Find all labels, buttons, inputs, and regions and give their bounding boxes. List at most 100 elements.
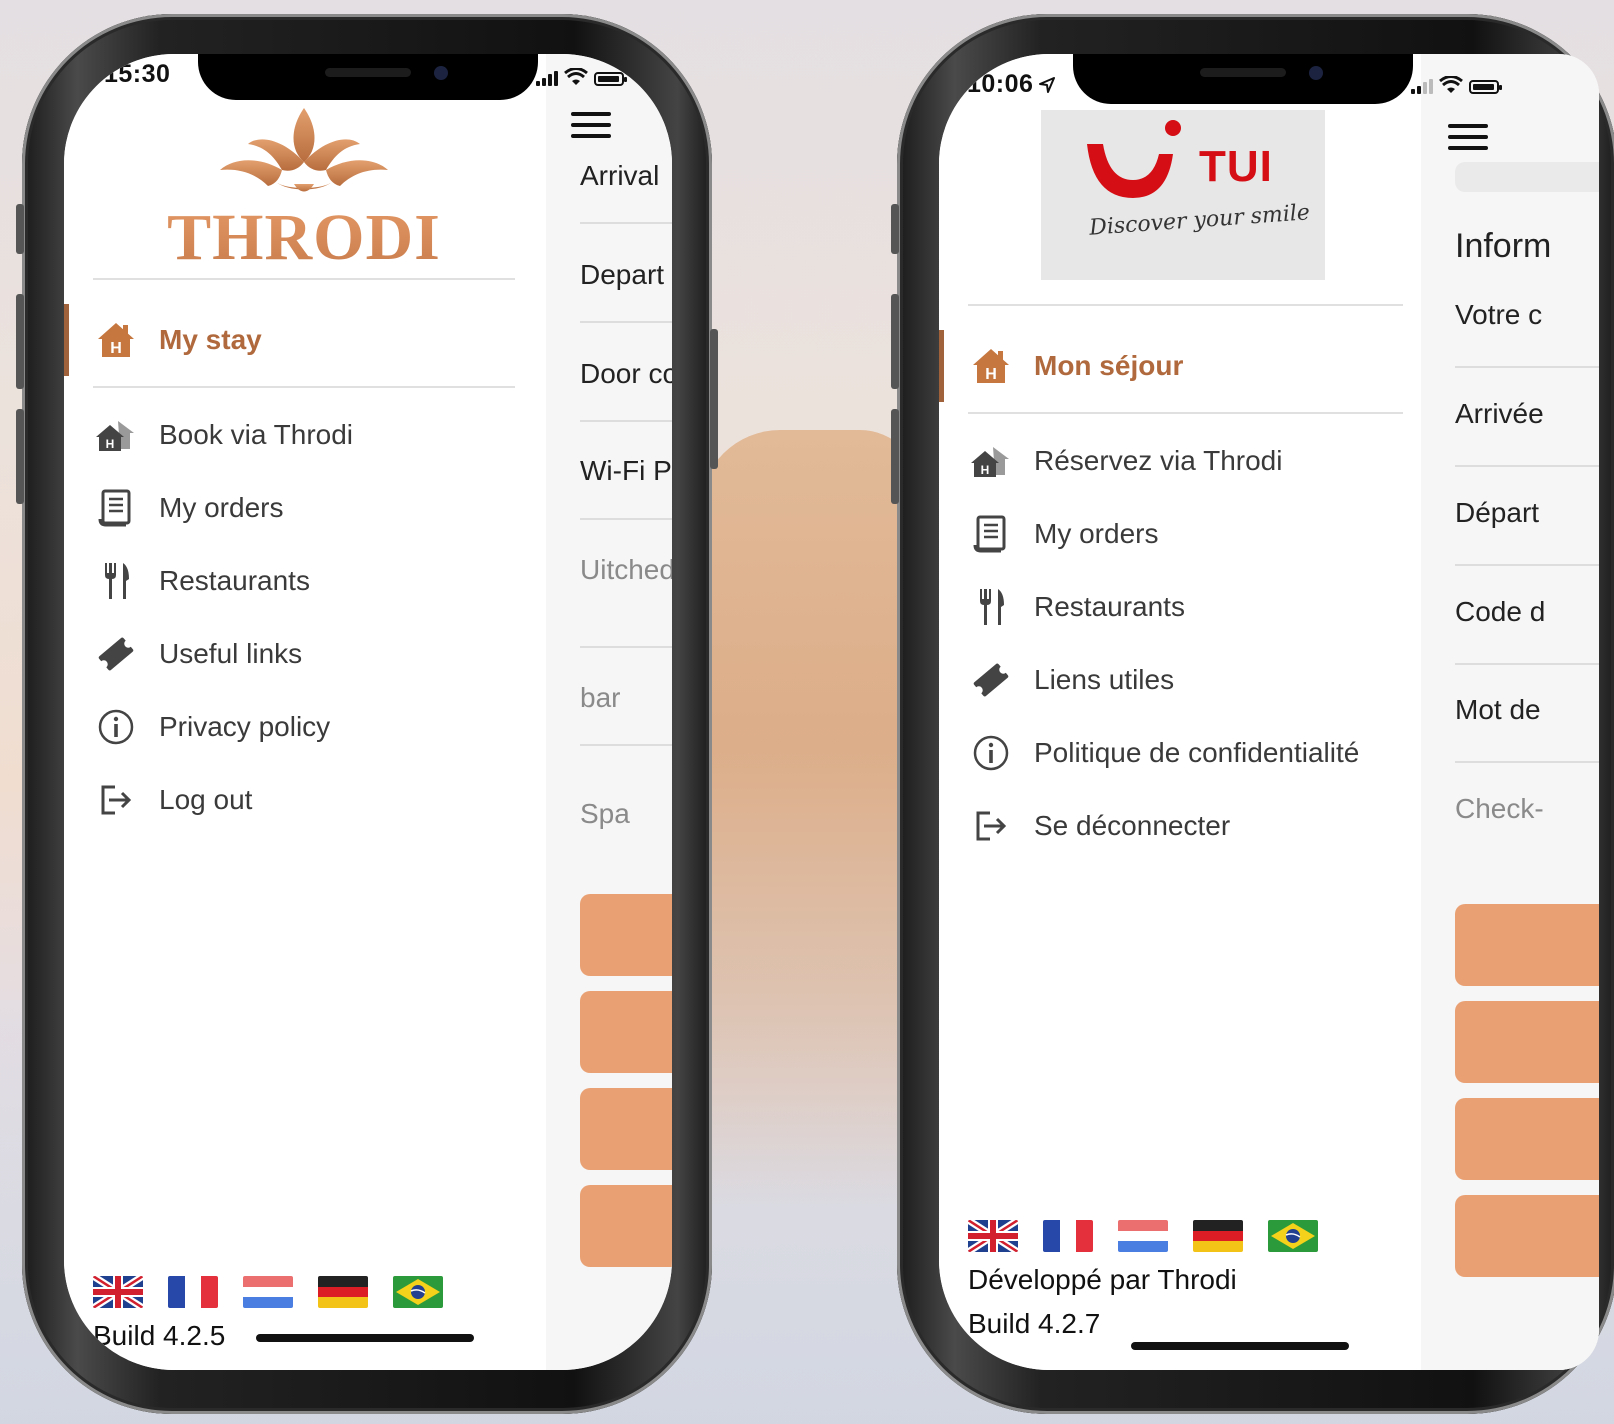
battery-icon	[594, 72, 627, 86]
section-header: Inform	[1455, 227, 1552, 265]
signal-icon	[1411, 79, 1433, 94]
side-button	[891, 204, 899, 254]
language-selector	[968, 1220, 1318, 1252]
screen-right: Inform Votre c Arrivée Départ Code d Mot…	[939, 54, 1599, 1370]
list-item[interactable]: Depart	[580, 259, 664, 291]
status-icons	[536, 68, 627, 86]
menu-item-label: Privacy policy	[159, 711, 331, 742]
content-pane: Inform Votre c Arrivée Départ Code d Mot…	[1421, 54, 1599, 1370]
divider	[1455, 663, 1599, 665]
menu-item-log-out[interactable]: Log out	[93, 780, 252, 820]
action-button[interactable]	[1455, 1098, 1599, 1180]
action-button[interactable]	[580, 1088, 672, 1170]
receipt-icon	[93, 488, 139, 528]
flag-fr-icon[interactable]	[168, 1276, 218, 1308]
list-item[interactable]: Arrival	[580, 160, 659, 192]
list-item[interactable]: bar	[580, 682, 620, 714]
menu-item-label: Se déconnecter	[1034, 810, 1231, 841]
action-button[interactable]	[1455, 904, 1599, 986]
phone-right: Inform Votre c Arrivée Départ Code d Mot…	[891, 14, 1614, 1414]
flag-br-icon[interactable]	[1268, 1220, 1318, 1252]
divider	[580, 646, 672, 648]
hamburger-menu-icon[interactable]	[571, 112, 611, 138]
divider	[580, 222, 672, 224]
menu-item-label: My stay	[159, 324, 262, 355]
menu-item-label: Réservez via Throdi	[1034, 445, 1283, 476]
list-item[interactable]: Door co	[580, 358, 672, 390]
menu-item-label: Restaurants	[1034, 591, 1185, 622]
throdi-logo: THRODI	[164, 100, 444, 280]
list-item[interactable]: Mot de	[1455, 694, 1541, 726]
list-item[interactable]: Votre c	[1455, 299, 1542, 331]
menu-item-privacy-policy[interactable]: Privacy policy	[93, 707, 330, 747]
list-item[interactable]: Code d	[1455, 596, 1545, 628]
home-indicator[interactable]	[256, 1334, 474, 1342]
menu-item-my-orders[interactable]: My orders	[968, 514, 1158, 554]
menu-item-reservez-via-throdi[interactable]: H Réservez via Throdi	[968, 441, 1282, 481]
ticket-icon	[93, 634, 139, 674]
flag-fr-icon[interactable]	[1043, 1220, 1093, 1252]
action-button[interactable]	[580, 991, 672, 1073]
menu-item-label: My orders	[1034, 518, 1159, 549]
house-h-icon: H	[93, 320, 139, 360]
flag-de-icon[interactable]	[318, 1276, 368, 1308]
menu-item-liens-utiles[interactable]: Liens utiles	[968, 660, 1174, 700]
action-button[interactable]: L	[1455, 1001, 1599, 1083]
menu-item-restaurants[interactable]: Restaurants	[968, 587, 1185, 627]
side-button	[891, 409, 899, 504]
tui-wordmark: TUI	[1199, 142, 1273, 191]
logout-icon	[968, 806, 1014, 846]
side-button	[710, 329, 718, 469]
flag-nl-icon[interactable]	[243, 1276, 293, 1308]
flag-nl-icon[interactable]	[1118, 1220, 1168, 1252]
list-item[interactable]: Départ	[1455, 497, 1539, 529]
menu-item-label: My orders	[159, 492, 284, 523]
status-time-group: 10:06	[967, 70, 1056, 99]
divider	[968, 304, 1403, 306]
divider	[580, 744, 672, 746]
status-time: 15:30	[104, 60, 171, 88]
menu-item-useful-links[interactable]: Useful links	[93, 634, 302, 674]
wifi-icon	[564, 68, 588, 85]
status-icons	[1411, 76, 1502, 94]
brand-name: THRODI	[164, 200, 444, 276]
flag-br-icon[interactable]	[393, 1276, 443, 1308]
list-item[interactable]: Check-	[1455, 793, 1544, 825]
active-indicator	[939, 330, 944, 402]
menu-item-my-orders[interactable]: My orders	[93, 488, 283, 528]
active-indicator	[64, 304, 69, 376]
divider	[580, 420, 672, 422]
build-version: Build 4.2.7	[968, 1308, 1101, 1339]
flag-uk-icon[interactable]	[93, 1276, 143, 1308]
flag-de-icon[interactable]	[1193, 1220, 1243, 1252]
list-item[interactable]: Spa	[580, 798, 630, 830]
action-button[interactable]	[580, 894, 672, 976]
side-button	[16, 294, 24, 389]
flag-uk-icon[interactable]	[968, 1220, 1018, 1252]
fork-knife-icon	[93, 561, 139, 601]
developed-by: Développé par Throdi	[968, 1264, 1237, 1295]
info-circle-icon	[968, 733, 1014, 773]
menu-item-label: Restaurants	[159, 565, 310, 596]
menu-item-restaurants[interactable]: Restaurants	[93, 561, 310, 601]
list-item[interactable]: Wi-Fi P	[580, 455, 672, 487]
action-button[interactable]	[1455, 1195, 1599, 1277]
menu-item-mon-sejour[interactable]: H Mon séjour	[968, 346, 1183, 386]
search-bar[interactable]	[1455, 162, 1599, 192]
divider	[93, 386, 515, 388]
list-item[interactable]: Arrivée	[1455, 398, 1544, 430]
device-notch	[198, 54, 538, 100]
divider	[93, 278, 515, 280]
wifi-icon	[1439, 76, 1463, 93]
action-button[interactable]	[580, 1185, 672, 1267]
list-item[interactable]: Uitched	[580, 554, 672, 586]
house-h-icon: H	[968, 346, 1014, 386]
menu-item-book-via-throdi[interactable]: H Book via Throdi	[93, 415, 353, 455]
battery-icon	[1469, 80, 1502, 94]
menu-item-politique-de-confidentialite[interactable]: Politique de confidentialité	[968, 733, 1359, 773]
home-indicator[interactable]	[1131, 1342, 1349, 1350]
divider	[580, 518, 672, 520]
menu-item-my-stay[interactable]: H My stay	[93, 320, 262, 360]
hamburger-menu-icon[interactable]	[1448, 124, 1488, 150]
menu-item-se-deconnecter[interactable]: Se déconnecter	[968, 806, 1230, 846]
